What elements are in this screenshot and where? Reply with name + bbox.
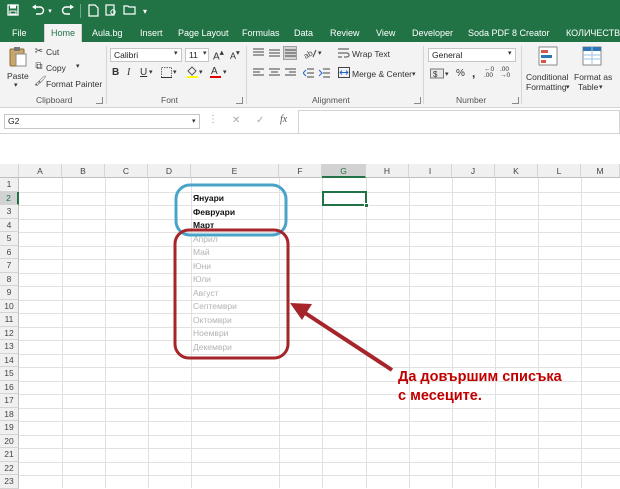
- annotation-line-1: Да довършим списъка: [398, 369, 562, 385]
- annotation-arrow: [300, 309, 394, 372]
- annotation-text: Да довършим списъка с месеците.: [398, 368, 562, 406]
- annotation-overlay: [173, 183, 394, 372]
- entered-months-highlight: [174, 183, 288, 237]
- annotation-line-2: с месеците.: [398, 388, 482, 404]
- autofill-preview-highlight: [173, 228, 290, 360]
